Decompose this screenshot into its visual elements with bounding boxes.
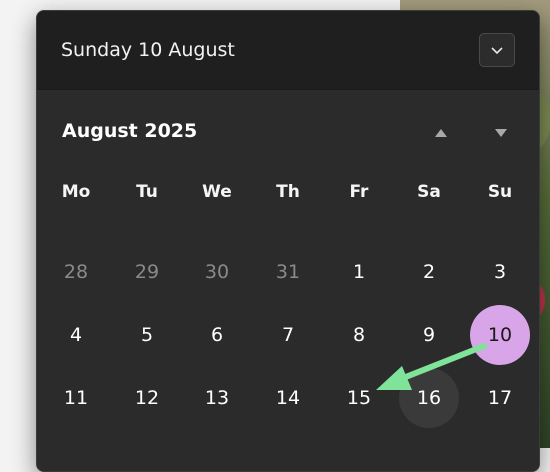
day-cell-2[interactable]: 2 — [399, 242, 459, 302]
day-cell-prev-30[interactable]: 30 — [187, 242, 247, 302]
day-cell-17[interactable]: 17 — [470, 368, 530, 428]
weekday-tu: Tu — [136, 182, 158, 202]
day-cell-3[interactable]: 3 — [470, 242, 530, 302]
previous-month-button[interactable] — [429, 120, 453, 144]
date-header: Sunday 10 August — [37, 11, 539, 90]
day-cell-1[interactable]: 1 — [329, 242, 389, 302]
weekday-we: We — [202, 182, 232, 202]
day-cell-8[interactable]: 8 — [329, 305, 389, 365]
weekday-su: Su — [487, 182, 513, 202]
weekday-fr: Fr — [349, 182, 369, 202]
day-cell-9[interactable]: 9 — [399, 305, 459, 365]
day-cell-5[interactable]: 5 — [117, 305, 177, 365]
day-cell-4[interactable]: 4 — [46, 305, 106, 365]
month-year-label[interactable]: August 2025 — [62, 120, 197, 142]
calendar-flyout: Sunday 10 August August 2025 Mo Tu We Th Fr S… — [36, 10, 540, 472]
day-cell-6[interactable]: 6 — [187, 305, 247, 365]
weekday-mo: Mo — [61, 182, 91, 202]
month-navigation: August 2025 — [37, 90, 539, 172]
full-date-title: Sunday 10 August — [61, 39, 235, 61]
day-cell-12[interactable]: 12 — [117, 368, 177, 428]
day-cell-7[interactable]: 7 — [258, 305, 318, 365]
caret-up-icon — [434, 123, 448, 142]
weekday-header-row: Mo Tu We Th Fr Sa Su — [37, 172, 539, 224]
chevron-down-icon — [490, 41, 504, 60]
caret-down-icon — [494, 123, 508, 142]
day-cell-11[interactable]: 11 — [46, 368, 106, 428]
weekday-th: Th — [276, 182, 300, 202]
weekday-sa: Sa — [417, 182, 441, 202]
collapse-calendar-button[interactable] — [479, 33, 515, 67]
next-month-button[interactable] — [489, 120, 513, 144]
day-cell-10[interactable]: 10 — [470, 305, 530, 365]
day-cell-prev-31[interactable]: 31 — [258, 242, 318, 302]
day-cell-15[interactable]: 15 — [329, 368, 389, 428]
day-cell-prev-28[interactable]: 28 — [46, 242, 106, 302]
day-cell-13[interactable]: 13 — [187, 368, 247, 428]
day-cell-prev-29[interactable]: 29 — [117, 242, 177, 302]
day-cell-16[interactable]: 16 — [399, 368, 459, 428]
day-cell-14[interactable]: 14 — [258, 368, 318, 428]
